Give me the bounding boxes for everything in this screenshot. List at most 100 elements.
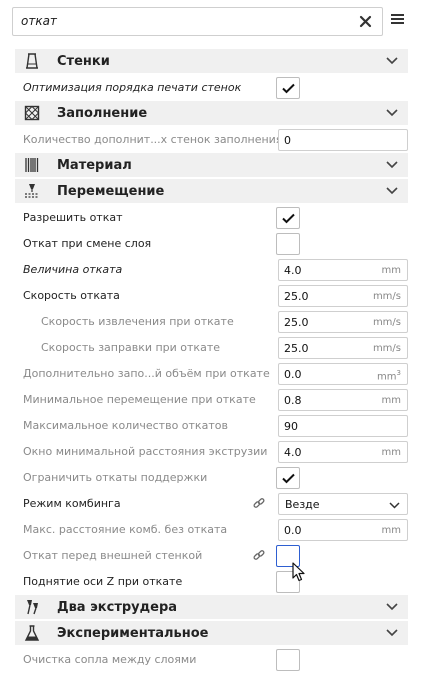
retraction-speed-input[interactable]: 25.0 mm/s bbox=[278, 285, 408, 307]
field-unit: mm bbox=[381, 447, 401, 458]
setting-retraction-retract-speed: Скорость извлечения при откате 25.0 mm/s bbox=[15, 309, 408, 335]
section-infill-title: Заполнение bbox=[57, 106, 148, 121]
combing-mode-dropdown[interactable]: Везде bbox=[278, 493, 408, 515]
setting-retract-before-outer-wall: Откат перед внешней стенкой bbox=[15, 543, 408, 569]
chevron-down-icon bbox=[386, 57, 398, 65]
retraction-prime-speed-input[interactable]: 25.0 mm/s bbox=[278, 337, 408, 359]
field-unit: mm/s bbox=[372, 343, 401, 354]
setting-label: Откат при смене слоя bbox=[23, 237, 152, 250]
field-value: 25.0 bbox=[284, 342, 309, 355]
setting-max-comb-distance: Макс. расстояние комб. без отката 0.0 mm bbox=[15, 517, 408, 543]
experimental-icon bbox=[24, 625, 40, 641]
setting-label: Количество дополнит...х стенок заполнени… bbox=[23, 133, 283, 146]
mouse-cursor-icon bbox=[292, 562, 305, 582]
section-infill[interactable]: Заполнение bbox=[15, 101, 408, 125]
setting-enable-retraction: Разрешить откат bbox=[15, 205, 408, 231]
infill-icon bbox=[24, 105, 40, 121]
extra-infill-walls-input[interactable]: 0 bbox=[278, 129, 408, 151]
dual-extruder-icon bbox=[27, 600, 38, 615]
field-value: 0.0 bbox=[284, 524, 302, 537]
enable-retraction-checkbox[interactable] bbox=[276, 207, 300, 229]
field-unit: mm3 bbox=[377, 369, 401, 383]
setting-z-hop: Поднятие оси Z при откате bbox=[15, 569, 408, 595]
dropdown-value: Везде bbox=[285, 498, 320, 511]
extrusion-window-input[interactable]: 4.0 mm bbox=[278, 441, 408, 463]
setting-label: Дополнительно запо...й объём при откате bbox=[23, 367, 270, 380]
retract-layer-change-checkbox[interactable] bbox=[276, 233, 300, 255]
setting-label: Откат перед внешней стенкой bbox=[23, 549, 203, 562]
chevron-down-icon bbox=[386, 109, 398, 117]
setting-retract-at-layer-change: Откат при смене слоя bbox=[15, 231, 408, 257]
setting-retraction-amount: Величина отката 4.0 mm bbox=[15, 257, 408, 283]
setting-nozzle-wipe: Очистка сопла между слоями bbox=[15, 647, 408, 673]
setting-label: Макс. расстояние комб. без отката bbox=[23, 523, 228, 536]
setting-label: Минимальное перемещение при откате bbox=[23, 393, 256, 406]
setting-label: Поднятие оси Z при откате bbox=[23, 575, 183, 588]
setting-label: Очистка сопла между слоями bbox=[23, 653, 197, 666]
search-text: откат bbox=[21, 14, 57, 28]
link-icon[interactable] bbox=[253, 549, 265, 561]
setting-min-travel: Минимальное перемещение при откате 0.8 m… bbox=[15, 387, 408, 413]
field-unit: mm bbox=[381, 395, 401, 406]
travel-icon bbox=[25, 184, 39, 198]
field-value: 0.8 bbox=[284, 394, 302, 407]
section-dual-extruder-title: Два экструдера bbox=[57, 600, 178, 615]
setting-label: Максимальное количество откатов bbox=[23, 419, 228, 432]
section-walls[interactable]: Стенки bbox=[15, 49, 408, 73]
section-material[interactable]: Материал bbox=[15, 153, 408, 177]
field-value: 0.0 bbox=[284, 368, 302, 381]
section-experimental[interactable]: Экспериментальное bbox=[15, 621, 408, 645]
field-unit: mm bbox=[381, 265, 401, 276]
settings-menu-icon[interactable] bbox=[391, 13, 404, 25]
section-walls-title: Стенки bbox=[57, 54, 110, 69]
chevron-down-icon bbox=[386, 187, 398, 195]
field-value: 25.0 bbox=[284, 316, 309, 329]
setting-label: Окно минимальной расстояния экструзии bbox=[23, 445, 268, 458]
optimize-wall-order-checkbox[interactable] bbox=[276, 77, 300, 99]
section-travel[interactable]: Перемещение bbox=[15, 179, 408, 203]
setting-limit-support-retractions: Ограничить откаты поддержки bbox=[15, 465, 408, 491]
link-icon[interactable] bbox=[253, 497, 265, 509]
nozzle-wipe-checkbox[interactable] bbox=[276, 649, 300, 671]
limit-support-retractions-checkbox[interactable] bbox=[276, 467, 300, 489]
section-experimental-title: Экспериментальное bbox=[57, 626, 209, 641]
chevron-down-icon bbox=[389, 502, 400, 509]
unit-text: mm bbox=[377, 371, 397, 383]
retraction-amount-input[interactable]: 4.0 mm bbox=[278, 259, 408, 281]
field-unit: mm/s bbox=[372, 291, 401, 302]
retraction-retract-speed-input[interactable]: 25.0 mm/s bbox=[278, 311, 408, 333]
chevron-down-icon bbox=[386, 161, 398, 169]
max-comb-distance-input[interactable]: 0.0 mm bbox=[278, 519, 408, 541]
setting-label: Скорость заправки при откате bbox=[41, 341, 220, 354]
field-value: 4.0 bbox=[284, 446, 302, 459]
setting-combing-mode: Режим комбинга Везде bbox=[15, 491, 408, 517]
material-icon bbox=[25, 158, 39, 172]
min-travel-input[interactable]: 0.8 mm bbox=[278, 389, 408, 411]
search-input[interactable]: откат bbox=[12, 7, 383, 36]
max-retraction-count-input[interactable]: 90 bbox=[278, 415, 408, 437]
chevron-down-icon bbox=[386, 629, 398, 637]
setting-label: Скорость отката bbox=[23, 289, 120, 302]
checkmark-icon bbox=[282, 213, 295, 224]
field-value: 25.0 bbox=[284, 290, 309, 303]
field-value: 4.0 bbox=[284, 264, 302, 277]
extra-prime-amount-input[interactable]: 0.0 mm3 bbox=[278, 363, 408, 385]
settings-list: Стенки Оптимизация порядка печати стенок… bbox=[15, 49, 408, 673]
setting-label: Режим комбинга bbox=[23, 497, 121, 510]
section-dual-extruder[interactable]: Два экструдера bbox=[15, 595, 408, 619]
setting-retraction-speed: Скорость отката 25.0 mm/s bbox=[15, 283, 408, 309]
section-travel-title: Перемещение bbox=[57, 184, 165, 199]
setting-extrusion-window: Окно минимальной расстояния экструзии 4.… bbox=[15, 439, 408, 465]
setting-max-retraction-count: Максимальное количество откатов 90 bbox=[15, 413, 408, 439]
field-value: 0 bbox=[284, 134, 291, 147]
setting-optimize-wall-order: Оптимизация порядка печати стенок bbox=[15, 75, 408, 101]
clear-search-icon[interactable] bbox=[357, 13, 374, 30]
field-unit: mm bbox=[381, 525, 401, 536]
walls-icon bbox=[26, 53, 38, 69]
setting-label: Скорость извлечения при откате bbox=[41, 315, 234, 328]
chevron-down-icon bbox=[386, 603, 398, 611]
setting-retraction-prime-speed: Скорость заправки при откате 25.0 mm/s bbox=[15, 335, 408, 361]
setting-extra-infill-walls: Количество дополнит...х стенок заполнени… bbox=[15, 127, 408, 153]
checkmark-icon bbox=[282, 83, 295, 94]
setting-label: Разрешить откат bbox=[23, 211, 123, 224]
